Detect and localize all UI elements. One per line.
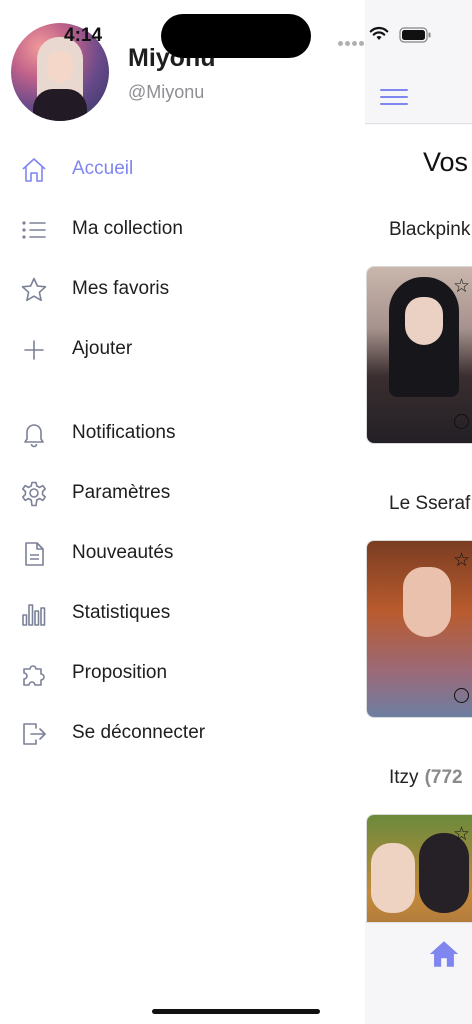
signal-dots-icon xyxy=(338,33,366,51)
menu-item-label: Statistiques xyxy=(72,602,171,623)
star-icon xyxy=(20,276,48,304)
group-count: (772 xyxy=(424,767,463,788)
profile-handle: @Miyonu xyxy=(128,82,205,102)
favorite-star-icon[interactable]: ☆ xyxy=(453,551,470,570)
group-title: Itzy (772 xyxy=(389,767,463,789)
dynamic-island xyxy=(161,14,311,58)
menu-item-label: Notifications xyxy=(72,422,176,443)
puzzle-icon xyxy=(20,660,48,688)
menu-item-nouveautes[interactable]: Nouveautés xyxy=(0,528,365,578)
main-screen: Vos Blackpink ☆ Le Sseraf ☆ Itzy (772 ☆ xyxy=(365,0,472,1024)
menu-item-label: Proposition xyxy=(72,662,168,683)
menu-item-accueil[interactable]: Accueil xyxy=(0,144,365,194)
top-navigation-bar xyxy=(365,0,472,124)
menu-item-label: Accueil xyxy=(72,158,134,179)
menu-item-parametres[interactable]: Paramètres xyxy=(0,468,365,518)
menu-item-se-deconnecter[interactable]: Se déconnecter xyxy=(0,708,365,758)
menu-item-notifications[interactable]: Notifications xyxy=(0,408,365,458)
collection-list: Vos Blackpink ☆ Le Sseraf ☆ Itzy (772 ☆ xyxy=(365,125,472,992)
menu-item-label: Nouveautés xyxy=(72,542,174,563)
menu-item-ajouter[interactable]: Ajouter xyxy=(0,324,365,374)
status-time: 4:14 xyxy=(64,25,103,46)
gear-icon xyxy=(20,480,48,508)
menu-item-label: Se déconnecter xyxy=(72,722,206,743)
plus-icon xyxy=(20,336,48,364)
menu-item-label: Ajouter xyxy=(72,338,133,359)
logout-icon xyxy=(20,720,48,748)
bell-icon xyxy=(20,420,48,448)
owned-circle-icon[interactable] xyxy=(454,688,469,703)
menu-icon[interactable] xyxy=(380,89,408,107)
group-title: Le Sseraf xyxy=(389,493,470,515)
photocard[interactable]: ☆ xyxy=(366,266,472,444)
menu-item-statistiques[interactable]: Statistiques xyxy=(0,588,365,638)
menu-item-mes-favoris[interactable]: Mes favoris xyxy=(0,264,365,314)
wifi-icon xyxy=(369,26,389,40)
owned-circle-icon[interactable] xyxy=(454,414,469,429)
menu-item-label: Paramètres xyxy=(72,482,171,503)
group-name: Blackpink xyxy=(389,219,471,240)
battery-icon xyxy=(399,27,431,43)
group-title: Blackpink xyxy=(389,219,470,241)
group-name: Itzy xyxy=(389,767,419,788)
document-icon xyxy=(20,540,48,568)
home-tab-icon[interactable] xyxy=(427,937,461,971)
favorite-star-icon[interactable]: ☆ xyxy=(453,277,470,296)
menu-item-ma-collection[interactable]: Ma collection xyxy=(0,204,365,254)
page-title: Vos xyxy=(423,147,469,177)
photocard[interactable]: ☆ xyxy=(366,540,472,718)
side-menu: Miyonu @Miyonu Accueil Ma collection Mes… xyxy=(0,0,365,1024)
home-icon xyxy=(20,156,48,184)
favorite-star-icon[interactable]: ☆ xyxy=(453,825,470,844)
home-indicator[interactable] xyxy=(152,1009,320,1014)
menu-item-label: Mes favoris xyxy=(72,278,170,299)
list-icon xyxy=(20,216,48,244)
bar-chart-icon xyxy=(20,600,48,628)
tab-bar xyxy=(365,922,472,1024)
menu-item-proposition[interactable]: Proposition xyxy=(0,648,365,698)
menu-item-label: Ma collection xyxy=(72,218,183,239)
group-name: Le Sseraf xyxy=(389,493,471,514)
